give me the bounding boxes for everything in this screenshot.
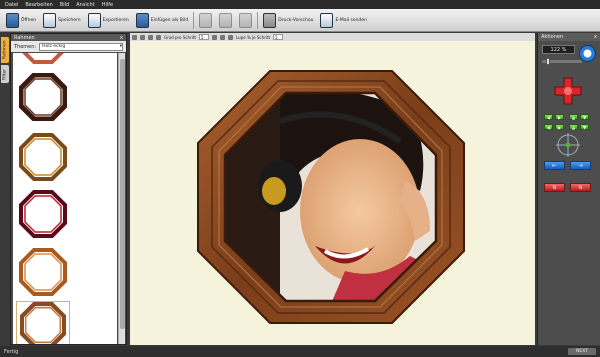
stretch-down-button[interactable]: ▼	[580, 124, 589, 130]
menu-view[interactable]: Ansicht	[76, 2, 94, 8]
menu-image[interactable]: Bild	[60, 2, 69, 8]
zoom-fit-icon[interactable]	[228, 34, 233, 40]
stretch-up-button[interactable]: ▲	[569, 124, 578, 130]
frame-thumb[interactable]	[16, 187, 70, 241]
canvas-toolbar: Grad pro Schritt 5 Lupe % je Schritt 5	[130, 33, 535, 41]
rotate-left-icon[interactable]	[148, 34, 153, 40]
frame-thumb[interactable]	[16, 53, 70, 67]
frame-thumb[interactable]	[16, 70, 70, 124]
actions-panel: Aktionen x 122 % ◀ ▶ ▲ ▼ ◀ ▶ ▲ ▼ ⇤ ⇥ ⇅ ⇅	[537, 33, 600, 345]
nudge-up-button[interactable]: ▲	[569, 114, 578, 120]
redo-button[interactable]	[237, 11, 254, 30]
scale-smaller-button[interactable]: ◀	[544, 124, 553, 130]
send-email-button[interactable]: E-Mail senden	[318, 11, 368, 30]
actions-panel-close-button[interactable]: x	[594, 34, 597, 40]
tab-frames[interactable]: Rahmen	[1, 37, 9, 63]
nudge-right-button[interactable]: ▶	[555, 114, 564, 120]
toolbar-divider	[193, 11, 195, 29]
paste-as-image-button[interactable]: Einfügen als Bild	[134, 11, 191, 30]
rotate-right-icon[interactable]	[156, 34, 161, 40]
zoom-in-icon[interactable]	[220, 34, 225, 40]
rotate-left-button[interactable]: ⇤	[544, 161, 565, 170]
theme-label: Themen:	[14, 43, 37, 50]
frames-panel: Rahmen x Themen: Holz eckig ▾	[10, 33, 127, 345]
undo-icon	[219, 12, 233, 28]
export-icon	[87, 12, 101, 28]
main-toolbar: Öffnen Speichern Exportieren Einfügen al…	[0, 9, 600, 32]
zoom-slider-knob[interactable]	[545, 58, 550, 65]
frame-thumb[interactable]	[16, 130, 70, 184]
paste-icon	[135, 12, 149, 28]
menu-bar: Datei Bearbeiten Bild Ansicht Hilfe	[0, 0, 600, 9]
zoom-value[interactable]: 122 %	[542, 45, 575, 54]
scissors-icon	[199, 12, 213, 28]
select-tool-icon[interactable]	[132, 34, 137, 40]
export-button[interactable]: Exportieren	[86, 11, 131, 30]
crosshair-icon[interactable]	[555, 132, 581, 158]
zoom-out-icon[interactable]	[212, 34, 217, 40]
nudge-left-button[interactable]: ◀	[544, 114, 553, 120]
status-text: Fertig	[4, 348, 19, 355]
actions-panel-title: Aktionen	[541, 34, 564, 40]
left-tab-strip: Rahmen Filter	[0, 33, 9, 345]
nudge-down-button[interactable]: ▼	[580, 114, 589, 120]
framed-photo	[197, 70, 465, 324]
frame-thumb-selected[interactable]	[16, 301, 70, 344]
scrollbar-thumb[interactable]	[120, 59, 125, 329]
scale-larger-button[interactable]: ▶	[555, 124, 564, 130]
email-icon	[320, 12, 334, 28]
redo-icon	[239, 12, 253, 28]
frame-list-scrollbar[interactable]	[118, 53, 125, 344]
save-button[interactable]: Speichern	[41, 11, 82, 30]
menu-edit[interactable]: Bearbeiten	[25, 2, 52, 8]
zoom-slider[interactable]	[542, 58, 582, 65]
print-preview-button[interactable]: Druck-Vorschau	[261, 11, 315, 30]
move-arrows-icon[interactable]	[553, 76, 583, 106]
rotate-right-button[interactable]: ⇥	[570, 161, 591, 170]
chevron-down-icon: ▾	[119, 44, 122, 49]
open-button[interactable]: Öffnen	[4, 11, 38, 30]
tab-filter[interactable]: Filter	[1, 65, 9, 83]
theme-select[interactable]: Holz eckig ▾	[39, 42, 123, 51]
open-folder-icon	[6, 12, 19, 28]
status-bar: Fertig NEXT	[0, 346, 600, 357]
brand-badge: NEXT	[568, 348, 596, 355]
frame-thumb[interactable]	[16, 245, 70, 299]
flip-vertical-button[interactable]: ⇅	[570, 183, 591, 192]
zoom-step-label: Lupe % je Schritt	[236, 34, 271, 40]
rotate-step-input[interactable]: 5	[199, 34, 209, 40]
undo-button[interactable]	[217, 11, 234, 30]
crop-tool-icon[interactable]	[140, 34, 145, 40]
frames-panel-title: Rahmen	[14, 34, 35, 41]
menu-file[interactable]: Datei	[5, 2, 18, 8]
save-icon	[43, 12, 57, 28]
frames-panel-header: Rahmen x	[11, 34, 126, 41]
flip-horizontal-button[interactable]: ⇅	[544, 183, 565, 192]
frames-panel-close-button[interactable]: x	[120, 35, 123, 41]
toolbar-divider	[257, 11, 259, 29]
theme-row: Themen: Holz eckig ▾	[11, 41, 126, 52]
image-canvas[interactable]	[130, 41, 535, 345]
zoom-step-input[interactable]: 5	[273, 34, 284, 40]
cut-button[interactable]	[197, 11, 214, 30]
actions-panel-header: Aktionen x	[538, 33, 600, 41]
rotate-step-label: Grad pro Schritt	[164, 34, 196, 40]
printer-icon	[263, 12, 277, 28]
menu-help[interactable]: Hilfe	[102, 2, 113, 8]
frame-list	[13, 53, 117, 344]
